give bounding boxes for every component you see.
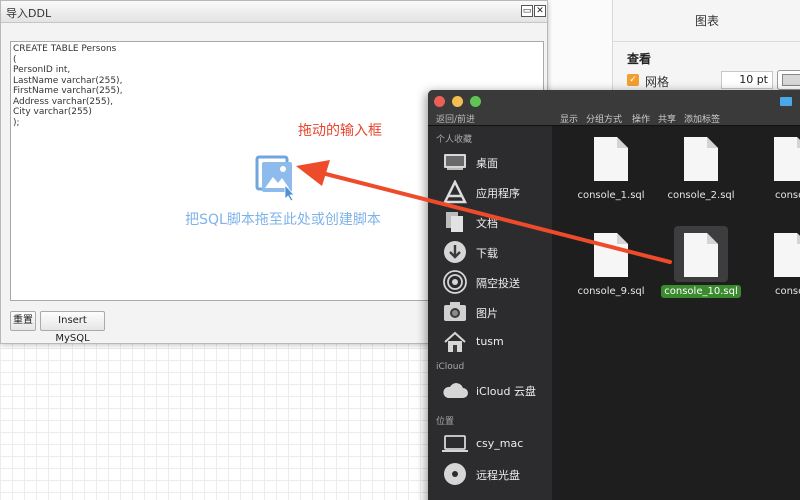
panel-tab-diagram[interactable]: 图表 bbox=[613, 0, 800, 42]
sidebar-item-label: 图片 bbox=[476, 307, 498, 320]
file-icon bbox=[594, 233, 628, 277]
grid-option-row: ✓ 网格 10 pt bbox=[627, 70, 800, 92]
grid-size-input[interactable]: 10 pt bbox=[721, 71, 773, 89]
file-item[interactable]: console_1.sql bbox=[566, 128, 656, 218]
airdrop-icon bbox=[442, 270, 468, 294]
disc-icon bbox=[442, 462, 468, 486]
file-name: consol bbox=[774, 190, 800, 201]
image-drop-icon bbox=[255, 155, 295, 201]
sidebar-item-label: 隔空投送 bbox=[476, 277, 520, 290]
grid-color-button[interactable] bbox=[777, 70, 800, 90]
cloud-icon bbox=[442, 378, 468, 402]
sidebar-item-csy-mac[interactable]: csy_mac bbox=[442, 430, 552, 458]
annotation-label: 拖动的输入框 bbox=[298, 123, 382, 139]
file-name: console_10.sql bbox=[656, 285, 746, 298]
locations-header: 位置 bbox=[436, 417, 455, 427]
back-forward-label[interactable]: 返回/前进 bbox=[436, 112, 475, 125]
sidebar-item-remote-disc[interactable]: 远程光盘 bbox=[442, 460, 552, 488]
zoom-window-icon[interactable] bbox=[470, 96, 481, 107]
file-item[interactable]: console_9.sql bbox=[566, 224, 656, 314]
insert-mysql-button[interactable]: Insert MySQL bbox=[40, 311, 105, 344]
finder-sidebar: 个人收藏 桌面 应用程序 文档 下载 隔空投送 图片 tusm iCloud i… bbox=[428, 126, 552, 500]
sidebar-item-airdrop[interactable]: 隔空投送 bbox=[442, 268, 552, 296]
favorites-header: 个人收藏 bbox=[436, 135, 473, 145]
sidebar-item-label: 下载 bbox=[476, 247, 498, 260]
sidebar-item-pictures[interactable]: 图片 bbox=[442, 298, 552, 326]
sidebar-item-label: 文档 bbox=[476, 217, 498, 230]
documents-icon bbox=[442, 210, 468, 234]
sidebar-item-label: tusm bbox=[476, 335, 504, 348]
view-section-title: 查看 bbox=[627, 52, 652, 66]
sidebar-item-downloads[interactable]: 下载 bbox=[442, 238, 552, 266]
desktop-icon bbox=[442, 150, 468, 174]
downloads-icon bbox=[442, 240, 468, 264]
file-item-selected[interactable]: console_10.sql bbox=[656, 224, 746, 314]
sidebar-item-label: 远程光盘 bbox=[476, 469, 520, 482]
file-name: console_2.sql bbox=[667, 190, 735, 201]
sidebar-item-icloud-drive[interactable]: iCloud 云盘 bbox=[442, 376, 552, 404]
file-icon bbox=[684, 137, 718, 181]
dialog-title: 导入DDL bbox=[6, 7, 52, 20]
file-icon bbox=[684, 233, 718, 277]
file-icon bbox=[774, 233, 800, 277]
pictures-icon bbox=[442, 300, 468, 324]
icloud-header: iCloud bbox=[436, 362, 465, 372]
applications-icon bbox=[442, 180, 468, 204]
drop-hint-text: 把SQL脚本拖至此处或创建脚本 bbox=[185, 212, 381, 228]
minimize-window-icon[interactable] bbox=[452, 96, 463, 107]
toolbar-group-by[interactable]: 分组方式 bbox=[586, 112, 622, 125]
toolbar-add-tags[interactable]: 添加标签 bbox=[684, 112, 720, 125]
close-button[interactable]: ✕ bbox=[534, 5, 546, 17]
grid-label: 网格 bbox=[645, 75, 670, 89]
file-item[interactable]: console_2.sql bbox=[656, 128, 746, 218]
dialog-titlebar[interactable]: 导入DDL ▭ ✕ bbox=[1, 1, 547, 23]
sidebar-item-label: csy_mac bbox=[476, 437, 524, 450]
minimize-button[interactable]: ▭ bbox=[521, 5, 533, 17]
file-item[interactable]: consol bbox=[746, 224, 800, 314]
sidebar-item-home[interactable]: tusm bbox=[442, 328, 552, 356]
close-window-icon[interactable] bbox=[434, 96, 445, 107]
file-item[interactable]: consol bbox=[746, 128, 800, 218]
file-name: consol bbox=[774, 286, 800, 297]
finder-window: 返回/前进 显示 分组方式 操作 共享 添加标签 个人收藏 桌面 应用程序 文档 bbox=[428, 90, 800, 500]
file-name: console_1.sql bbox=[577, 190, 645, 201]
sidebar-item-label: 应用程序 bbox=[476, 187, 520, 200]
reset-button[interactable]: 重置 bbox=[10, 311, 36, 331]
sidebar-item-label: 桌面 bbox=[476, 157, 498, 170]
file-icon bbox=[594, 137, 628, 181]
home-icon bbox=[442, 330, 468, 354]
sidebar-item-documents[interactable]: 文档 bbox=[442, 208, 552, 236]
sidebar-item-label: iCloud 云盘 bbox=[476, 385, 536, 398]
toolbar-view[interactable]: 显示 bbox=[560, 112, 578, 125]
sidebar-item-desktop[interactable]: 桌面 bbox=[442, 148, 552, 176]
toolbar-share[interactable]: 共享 bbox=[658, 112, 676, 125]
laptop-icon bbox=[442, 432, 468, 456]
finder-titlebar[interactable]: 返回/前进 显示 分组方式 操作 共享 添加标签 bbox=[428, 90, 800, 126]
toolbar-action[interactable]: 操作 bbox=[632, 112, 650, 125]
folder-icon bbox=[780, 97, 792, 106]
file-icon bbox=[774, 137, 800, 181]
grid-checkbox[interactable]: ✓ bbox=[627, 74, 639, 86]
sidebar-item-applications[interactable]: 应用程序 bbox=[442, 178, 552, 206]
file-name: console_9.sql bbox=[577, 286, 645, 297]
finder-file-grid: console_1.sql console_2.sql consol conso… bbox=[552, 126, 800, 500]
